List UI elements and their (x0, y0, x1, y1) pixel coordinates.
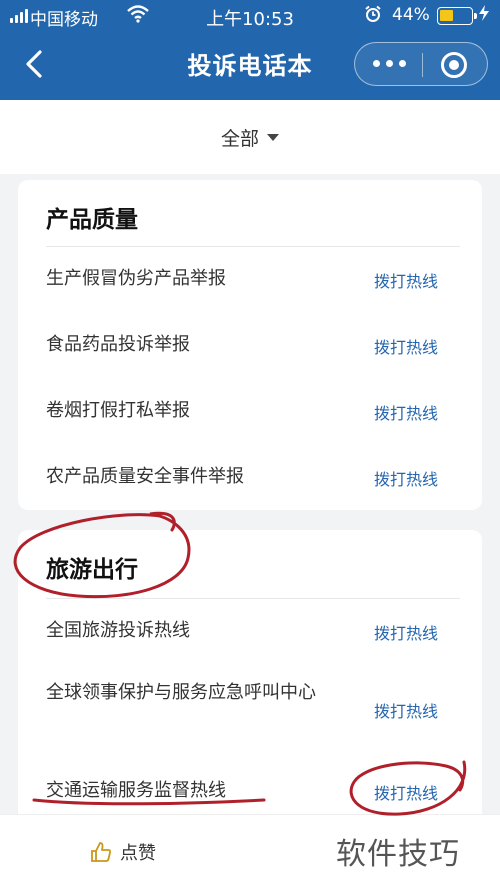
hotline-name: 交通运输服务监督热线 (46, 780, 226, 801)
hotline-name: 全国旅游投诉热线 (46, 620, 190, 641)
call-hotline-button[interactable]: 拨打热线 (374, 268, 438, 292)
hotline-name: 农产品质量安全事件举报 (46, 466, 244, 487)
battery-icon (437, 7, 477, 25)
list-item: 全国旅游投诉热线 拨打热线 (18, 616, 482, 646)
divider (46, 246, 460, 247)
divider (46, 598, 460, 599)
category-filter[interactable]: 全部 (0, 100, 500, 174)
section-card-product-quality: 产品质量 生产假冒伪劣产品举报 拨打热线 食品药品投诉举报 拨打热线 卷烟打假打… (18, 180, 482, 510)
section-title: 旅游出行 (46, 557, 138, 583)
list-item: 食品药品投诉举报 拨打热线 (18, 330, 482, 360)
bottom-bar: 点赞 软件技巧 (0, 814, 500, 888)
hotline-name: 生产假冒伪劣产品举报 (46, 268, 226, 289)
battery-percent: 44% (392, 5, 430, 25)
list-item: 生产假冒伪劣产品举报 拨打热线 (18, 264, 482, 294)
header: 中国移动 上午10:53 44% 投诉电话本 (0, 0, 500, 100)
mini-program-capsule (354, 42, 488, 86)
target-icon[interactable] (441, 52, 467, 78)
list-item: 农产品质量安全事件举报 拨打热线 (18, 462, 482, 492)
hotline-name: 全球领事保护与服务应急呼叫中心 (46, 682, 316, 703)
call-hotline-button[interactable]: 拨打热线 (374, 780, 438, 804)
hotline-name: 食品药品投诉举报 (46, 334, 190, 355)
charging-icon (478, 4, 490, 26)
caret-down-icon (267, 133, 279, 141)
more-icon[interactable] (373, 60, 406, 67)
list-item: 卷烟打假打私举报 拨打热线 (18, 396, 482, 426)
call-hotline-button[interactable]: 拨打热线 (374, 400, 438, 424)
alarm-icon (364, 5, 382, 27)
call-hotline-button[interactable]: 拨打热线 (374, 620, 438, 644)
list-item: 全球领事保护与服务应急呼叫中心 拨打热线 (18, 678, 482, 742)
like-button[interactable]: 点赞 (90, 839, 156, 865)
call-hotline-button[interactable]: 拨打热线 (374, 466, 438, 490)
like-label: 点赞 (120, 843, 156, 864)
section-title: 产品质量 (46, 207, 138, 233)
section-card-travel: 旅游出行 全国旅游投诉热线 拨打热线 全球领事保护与服务应急呼叫中心 拨打热线 … (18, 530, 482, 830)
status-bar: 中国移动 上午10:53 44% (0, 0, 500, 32)
capsule-divider (422, 53, 423, 77)
filter-label: 全部 (220, 127, 259, 150)
hotline-name: 卷烟打假打私举报 (46, 400, 190, 421)
call-hotline-button[interactable]: 拨打热线 (374, 698, 438, 722)
list-item: 交通运输服务监督热线 拨打热线 (18, 776, 482, 806)
call-hotline-button[interactable]: 拨打热线 (374, 334, 438, 358)
watermark: 软件技巧 (336, 837, 460, 872)
thumbs-up-icon (91, 842, 111, 862)
